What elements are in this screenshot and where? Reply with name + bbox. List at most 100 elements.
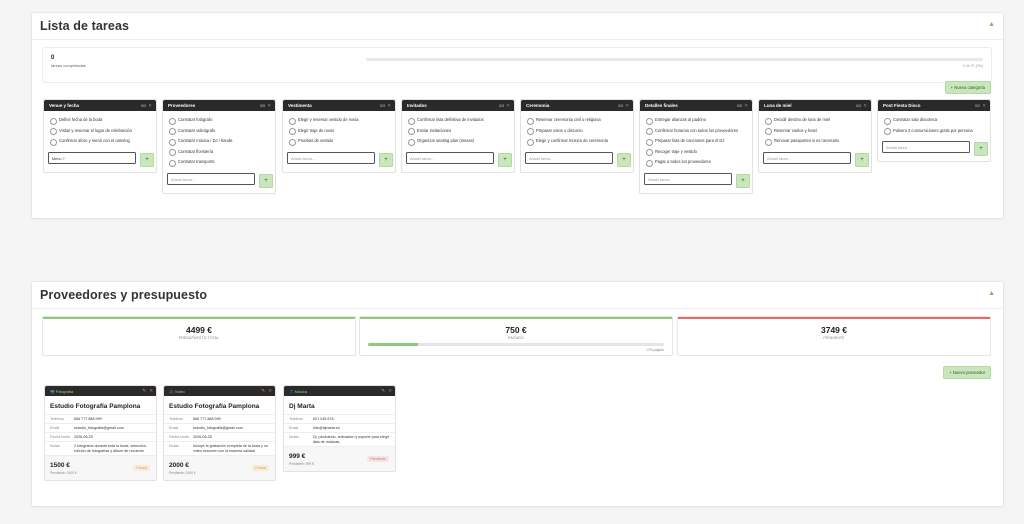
stat-accent-bar [360,317,672,319]
stat-value: 4499 € [186,325,212,335]
delete-category-icon[interactable]: ✕ [387,103,391,109]
add-task-button[interactable]: + [140,152,154,167]
checkbox[interactable] [408,128,415,136]
task-item[interactable]: Pulsera 2 consumiciones gratis por perso… [878,127,990,138]
task-item[interactable]: Visitar y reservar el lugar de celebraci… [44,127,156,138]
edit-pencil-icon[interactable]: ✎ [261,388,265,394]
checkbox[interactable] [646,149,653,157]
add-task-button[interactable]: + [974,142,988,157]
task-item[interactable]: Reservar ceremonia civil o religiosa [521,116,633,127]
providers-section-header[interactable]: Proveedores y presupuesto ▲ [32,282,1003,309]
checkbox[interactable] [527,128,534,136]
add-task-input[interactable]: Añadir tarea... [525,151,613,164]
checkbox[interactable] [646,128,653,136]
delete-provider-icon[interactable]: ✕ [268,388,272,394]
add-task-input[interactable]: Añadir tarea... [644,172,732,185]
tasks-section-header[interactable]: Lista de tareas ▲ [32,13,1003,40]
checkbox[interactable] [884,117,891,125]
add-task-input[interactable]: Añadir tarea... [406,151,494,164]
task-item[interactable]: Contratar sala discoteca [878,116,990,127]
delete-provider-icon[interactable]: ✕ [388,388,392,394]
checkbox[interactable] [646,138,653,146]
task-item[interactable]: Enviar invitaciones [402,127,514,138]
completed-label: tareas completadas [51,63,86,68]
checkbox[interactable] [884,128,891,136]
checkbox[interactable] [646,159,653,167]
add-task-button[interactable]: + [617,152,631,167]
delete-category-icon[interactable]: ✕ [982,103,986,109]
task-item[interactable]: Confirmar horarios con todos los proveed… [640,127,752,138]
checkbox[interactable] [765,128,772,136]
checkbox[interactable] [50,117,57,125]
checkbox[interactable] [169,149,176,157]
task-item[interactable]: Reservar vuelos y hotel [759,127,871,138]
task-item[interactable]: Decidir destino de luna de miel [759,116,871,127]
checkbox[interactable] [169,138,176,146]
provider-field: Notas Dj, pinchando, animación y soporte … [284,432,395,446]
delete-category-icon[interactable]: ✕ [148,103,152,109]
field-value: 621 245 678 [313,416,334,421]
task-item[interactable]: Elegir traje de novio [283,127,395,138]
checkbox[interactable] [169,159,176,167]
add-task-button[interactable]: + [259,173,273,188]
checkbox[interactable] [289,138,296,146]
checkbox[interactable] [50,128,57,136]
checkbox[interactable] [646,117,653,125]
task-item[interactable]: Contratar música / DJ / banda [163,137,275,148]
task-item[interactable]: Elegir y confirmar música de ceremonia [521,137,633,148]
task-item[interactable]: Contratar floristería [163,148,275,159]
checkbox[interactable] [289,117,296,125]
checkbox[interactable] [765,117,772,125]
new-provider-button[interactable]: + Nuevo proveedor [943,366,991,379]
category-header: Vestimenta 0/3 ✕ [283,100,395,111]
add-task-button[interactable]: + [736,173,750,188]
triangle-up-icon[interactable]: ▲ [988,290,995,297]
add-task-button[interactable]: + [379,152,393,167]
add-task-input[interactable]: Menu ? [48,151,136,164]
checkbox[interactable] [169,128,176,136]
checkbox[interactable] [527,138,534,146]
add-task-input[interactable]: Añadir tarea... [882,141,970,154]
delete-category-icon[interactable]: ✕ [625,103,629,109]
checkbox[interactable] [50,138,57,146]
add-task-input[interactable]: Añadir tarea... [167,172,255,185]
task-label: Confirmar lista definitiva de invitados [417,117,484,122]
delete-provider-icon[interactable]: ✕ [149,388,153,394]
edit-pencil-icon[interactable]: ✎ [142,388,146,394]
task-item[interactable]: Elegir y reservar vestido de novia [283,116,395,127]
checkbox[interactable] [289,128,296,136]
add-task-button[interactable]: + [855,152,869,167]
add-task-button[interactable]: + [498,152,512,167]
checkbox[interactable] [169,117,176,125]
provider-name: Estudio Fotografía Pamplona [169,403,260,410]
task-item[interactable]: Organizar seating plan (mesas) [402,137,514,148]
delete-category-icon[interactable]: ✕ [744,103,748,109]
checkbox[interactable] [408,117,415,125]
edit-pencil-icon[interactable]: ✎ [381,388,385,394]
delete-category-icon[interactable]: ✕ [506,103,510,109]
checkbox[interactable] [408,138,415,146]
triangle-up-icon[interactable]: ▲ [988,21,995,28]
task-item[interactable]: Contratar transporte [163,158,275,169]
task-label: Confirmar horarios con todos los proveed… [655,127,739,133]
task-item[interactable]: Preparar votos o discurso [521,127,633,138]
add-task-input[interactable]: Añadir tarea... [287,151,375,164]
task-item[interactable]: Definir fecha de la boda [44,116,156,127]
task-item[interactable]: Contratar fotógrafo [163,116,275,127]
task-item[interactable]: Contratar videógrafo [163,127,275,138]
checkbox[interactable] [765,138,772,146]
add-task-input[interactable]: Añadir tarea... [763,151,851,164]
task-item[interactable]: Recoger traje y vestido [640,148,752,159]
delete-category-icon[interactable]: ✕ [863,103,867,109]
delete-category-icon[interactable]: ✕ [267,103,271,109]
task-item[interactable]: Preparar lista de canciones para el DJ [640,137,752,148]
task-item[interactable]: Confirmar lista definitiva de invitados [402,116,514,127]
new-category-button[interactable]: + Nueva categoría [944,81,991,94]
field-label: Notas [289,434,299,439]
task-item[interactable]: Entregar alianzas al padrino [640,116,752,127]
task-item[interactable]: Confirmar aforo y menú con el catering [44,137,156,148]
task-item[interactable]: Renovar pasaportes si es necesario [759,137,871,148]
checkbox[interactable] [527,117,534,125]
task-item[interactable]: Pagar a todos los proveedores [640,158,752,169]
task-item[interactable]: Pruebas de vestido [283,137,395,148]
